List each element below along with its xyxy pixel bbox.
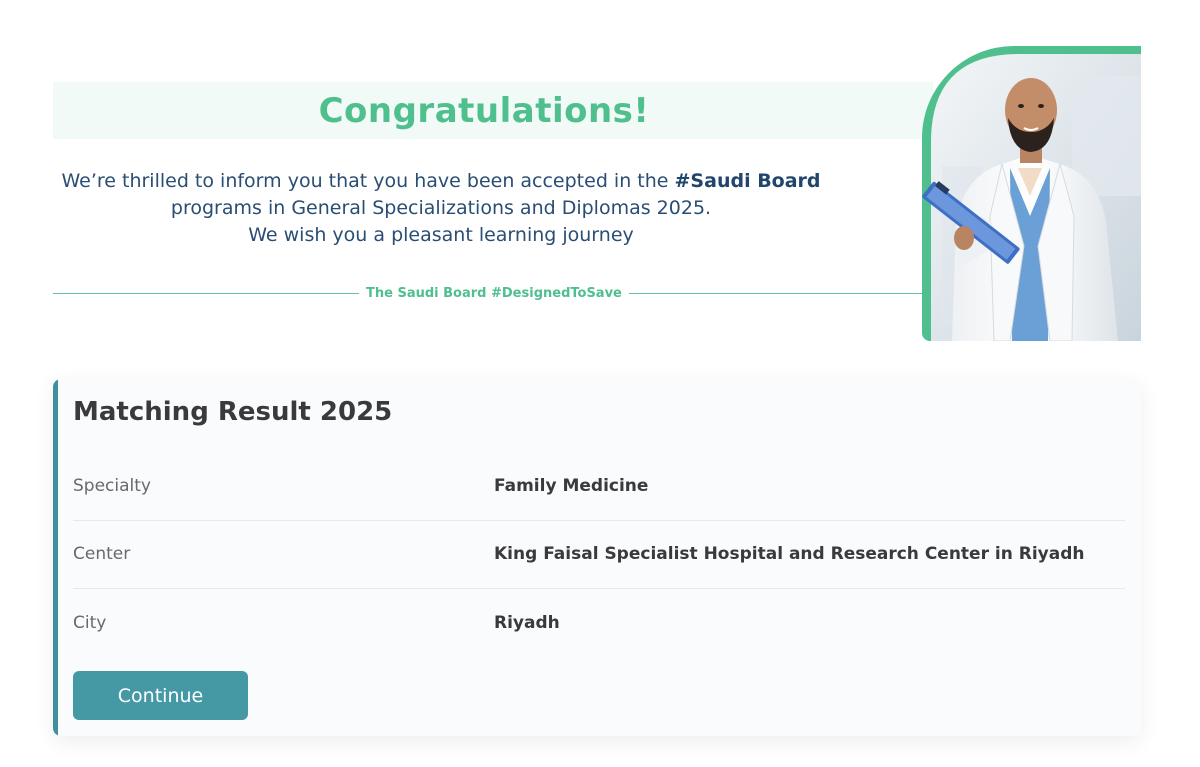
message-line-1-text: We’re thrilled to inform you that you ha… <box>61 170 675 192</box>
center-row: Center King Faisal Specialist Hospital a… <box>73 520 1125 589</box>
city-row: City Riyadh <box>73 589 1125 657</box>
doctor-illustration <box>922 54 1141 341</box>
specialty-value: Family Medicine <box>494 476 649 496</box>
divider-line-left <box>53 292 359 294</box>
page: Congratulations! We’re thrilled to infor… <box>0 0 1200 767</box>
saudi-board-hashtag: #Saudi Board <box>674 170 821 192</box>
divider-line-right <box>628 292 923 294</box>
message-line-2: programs in General Specializations and … <box>170 197 712 219</box>
doctor-photo <box>922 46 1141 341</box>
specialty-label: Specialty <box>73 476 151 496</box>
acceptance-message: We’re thrilled to inform you that you ha… <box>53 168 829 249</box>
congratulations-title: Congratulations! <box>318 90 650 131</box>
card-accent-bar <box>53 379 58 736</box>
matching-result-card: Matching Result 2025 Specialty Family Me… <box>53 379 1141 736</box>
center-label: Center <box>73 544 131 564</box>
card-title: Matching Result 2025 <box>73 397 393 427</box>
message-line-1: We’re thrilled to inform you that you ha… <box>53 168 829 195</box>
center-value: King Faisal Specialist Hospital and Rese… <box>494 544 1085 564</box>
tagline-divider: The Saudi Board #DesignedToSave <box>53 283 923 303</box>
specialty-row: Specialty Family Medicine <box>73 452 1125 521</box>
city-label: City <box>73 613 107 633</box>
city-value: Riyadh <box>494 613 560 633</box>
message-line-3: We wish you a pleasant learning journey <box>248 224 634 246</box>
continue-button[interactable]: Continue <box>73 671 248 720</box>
tagline: The Saudi Board #DesignedToSave <box>366 285 622 301</box>
